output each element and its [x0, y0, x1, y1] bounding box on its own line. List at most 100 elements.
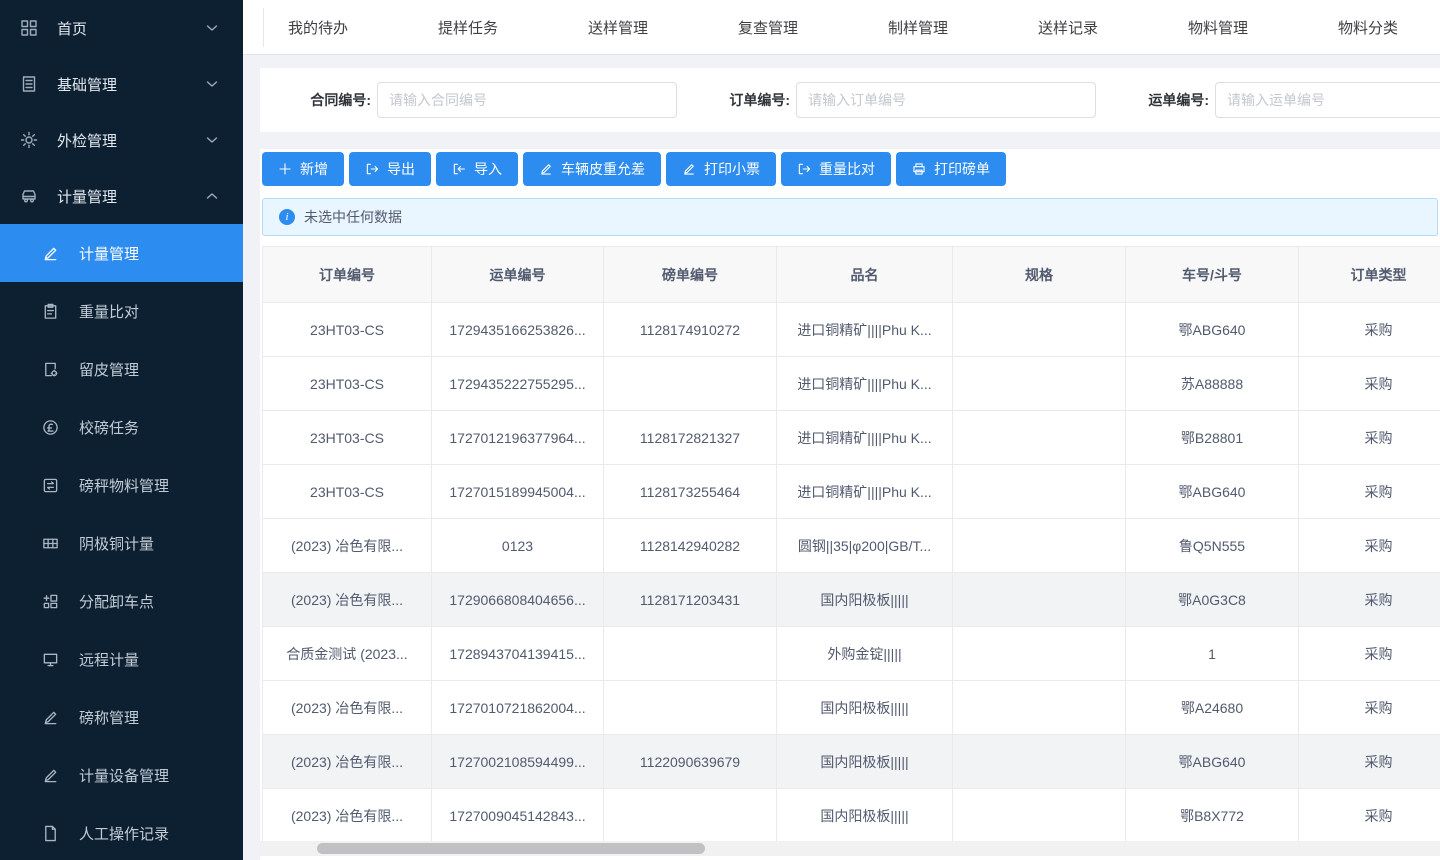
filter-label-waybill-no: 运单编号:	[1133, 90, 1209, 110]
column-header-weigh-slip-no: 磅单编号	[604, 247, 777, 303]
cell-order-type: 采购	[1299, 519, 1440, 573]
cell-spec	[953, 627, 1126, 681]
nav-tab-recheck-mgmt[interactable]: 复查管理	[693, 17, 843, 38]
table-row[interactable]: 23HT03-CS1729435222755295...进口铜精矿||||Phu…	[263, 357, 1440, 411]
waybill-no-input[interactable]	[1215, 82, 1440, 118]
cell-vehicle-no: 鄂ABG640	[1126, 735, 1299, 789]
cell-vehicle-no: 鄂B28801	[1126, 411, 1299, 465]
column-header-order-type: 订单类型	[1299, 247, 1440, 303]
order-no-input[interactable]	[796, 82, 1096, 118]
table-row[interactable]: 23HT03-CS1729435166253826...112817491027…	[263, 303, 1440, 357]
sidebar-subitem-remote-metering[interactable]: 远程计量	[0, 630, 243, 688]
sidebar-subitem-label: 磅称管理	[79, 707, 139, 728]
nav-tab-sample-send-record[interactable]: 送样记录	[993, 17, 1143, 38]
table-row[interactable]: (2023) 冶色有限...1727010721862004...国内阳极板||…	[263, 681, 1440, 735]
cell-vehicle-no: 鄂A0G3C8	[1126, 573, 1299, 627]
nav-tab-my-todo[interactable]: 我的待办	[243, 17, 393, 38]
sidebar-subitem-scale-material-mgmt[interactable]: 磅秤物料管理	[0, 456, 243, 514]
alert-text: 未选中任何数据	[304, 207, 402, 227]
cell-order-type: 采购	[1299, 573, 1440, 627]
table-row[interactable]: 23HT03-CS1727015189945004...112817325546…	[263, 465, 1440, 519]
sidebar-top-menu: 首页基础管理外检管理计量管理	[0, 0, 243, 224]
nav-tab-sample-prep-mgmt[interactable]: 制样管理	[843, 17, 993, 38]
nav-tab-sampling-task[interactable]: 提样任务	[393, 17, 543, 38]
nav-tab-material-mgmt[interactable]: 物料管理	[1143, 17, 1293, 38]
cell-order-no: 23HT03-CS	[263, 303, 432, 357]
cell-order-no: 合质金测试 (2023...	[263, 627, 432, 681]
table-row[interactable]: 23HT03-CS1727012196377964...112817282132…	[263, 411, 1440, 465]
cell-product-name: 国内阳极板|||||	[777, 789, 953, 843]
cell-product-name: 圆钢||35|φ200|GB/T...	[777, 519, 953, 573]
import-button[interactable]: 导入	[436, 152, 518, 186]
cell-waybill-no: 1729435166253826...	[432, 303, 604, 357]
cell-weigh-slip-no	[604, 627, 777, 681]
table-row[interactable]: (2023) 冶色有限...1729066808404656...1128171…	[263, 573, 1440, 627]
toolbar: 新增 导出 导入 车辆皮重允差 打印小票 重量比对打印磅单	[262, 152, 1440, 186]
sidebar-subitem-weight-compare[interactable]: 重量比对	[0, 282, 243, 340]
horizontal-scrollbar-track[interactable]	[260, 841, 1440, 856]
cell-order-type: 采购	[1299, 681, 1440, 735]
cell-spec	[953, 519, 1126, 573]
chevron-down-icon	[203, 131, 221, 149]
cell-spec	[953, 411, 1126, 465]
table-row[interactable]: (2023) 冶色有限...01231128142940282圆钢||35|φ2…	[263, 519, 1440, 573]
plus-icon	[278, 162, 292, 176]
pencil-icon	[539, 162, 553, 176]
cell-order-no: 23HT03-CS	[263, 465, 432, 519]
cell-product-name: 外购金锭|||||	[777, 627, 953, 681]
weight-compare-button[interactable]: 重量比对	[781, 152, 891, 186]
print-ticket-button[interactable]: 打印小票	[666, 152, 776, 186]
sidebar-item-external-inspection-mgmt[interactable]: 外检管理	[0, 112, 243, 168]
cell-waybill-no: 1729435222755295...	[432, 357, 604, 411]
sidebar-subitem-cathode-copper-metering[interactable]: 阴极铜计量	[0, 514, 243, 572]
column-header-product-name: 品名	[777, 247, 953, 303]
sidebar-subitem-metering-mgmt[interactable]: 计量管理	[0, 224, 243, 282]
sidebar-subitem-metering-device-mgmt[interactable]: 计量设备管理	[0, 746, 243, 804]
nav-tab-material-category[interactable]: 物料分类	[1293, 17, 1440, 38]
sidebar-item-home[interactable]: 首页	[0, 0, 243, 56]
cell-order-type: 采购	[1299, 789, 1440, 843]
cell-spec	[953, 357, 1126, 411]
table-row[interactable]: (2023) 冶色有限...1727002108594499...1122090…	[263, 735, 1440, 789]
pound-circle-icon	[42, 419, 59, 436]
sidebar-item-metering-mgmt-group[interactable]: 计量管理	[0, 168, 243, 224]
button-label: 打印小票	[704, 159, 760, 179]
cell-product-name: 进口铜精矿||||Phu K...	[777, 411, 953, 465]
export-button[interactable]: 导出	[349, 152, 431, 186]
table-grid-icon	[42, 535, 59, 552]
cell-vehicle-no: 鄂A24680	[1126, 681, 1299, 735]
cell-spec	[953, 735, 1126, 789]
sidebar-subitem-scale-mgmt[interactable]: 磅称管理	[0, 688, 243, 746]
sidebar-subitem-unload-point-assign[interactable]: 分配卸车点	[0, 572, 243, 630]
pencil-icon	[42, 709, 59, 726]
cell-product-name: 国内阳极板|||||	[777, 573, 953, 627]
printer-icon	[912, 162, 926, 176]
nav-tab-sample-send-mgmt[interactable]: 送样管理	[543, 17, 693, 38]
cell-waybill-no: 1728943704139415...	[432, 627, 604, 681]
print-weigh-slip-button[interactable]: 打印磅单	[896, 152, 1006, 186]
sidebar-subitem-tare-keep-mgmt[interactable]: 留皮管理	[0, 340, 243, 398]
sidebar-subitem-label: 计量设备管理	[79, 765, 169, 786]
cell-vehicle-no: 鲁Q5N555	[1126, 519, 1299, 573]
button-label: 导入	[474, 159, 502, 179]
chevron-down-icon	[203, 19, 221, 37]
table-row[interactable]: 合质金测试 (2023...1728943704139415... 外购金锭|||…	[263, 627, 1440, 681]
table-row[interactable]: (2023) 冶色有限...1727009045142843...国内阳极板||…	[263, 789, 1440, 843]
cell-order-no: (2023) 冶色有限...	[263, 735, 432, 789]
column-header-spec: 规格	[953, 247, 1126, 303]
sidebar-item-label: 外检管理	[57, 130, 117, 151]
sidebar-item-basic-mgmt[interactable]: 基础管理	[0, 56, 243, 112]
pencil-icon	[42, 767, 59, 784]
cell-order-type: 采购	[1299, 357, 1440, 411]
filter-group-contract-no: 合同编号:	[295, 82, 677, 118]
vehicle-tare-tolerance-button[interactable]: 车辆皮重允差	[523, 152, 661, 186]
sidebar-subitem-manual-operation-log[interactable]: 人工操作记录	[0, 804, 243, 860]
add-button[interactable]: 新增	[262, 152, 344, 186]
contract-no-input[interactable]	[377, 82, 677, 118]
column-header-vehicle-no: 车号/斗号	[1126, 247, 1299, 303]
sidebar-subitem-label: 计量管理	[79, 243, 139, 264]
cell-weigh-slip-no: 1128173255464	[604, 465, 777, 519]
button-label: 新增	[300, 159, 328, 179]
sidebar-subitem-scale-calibration-task[interactable]: 校磅任务	[0, 398, 243, 456]
horizontal-scrollbar-thumb[interactable]	[317, 843, 705, 854]
